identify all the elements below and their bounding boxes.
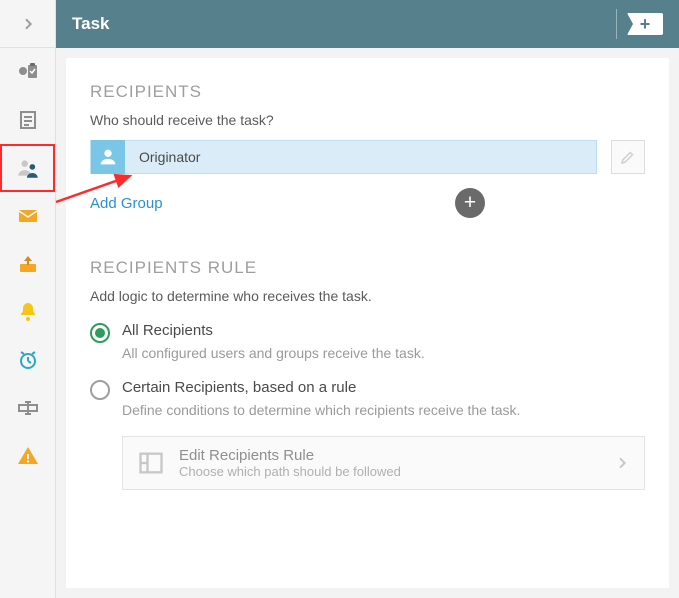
radio-label: Certain Recipients, based on a rule	[122, 379, 520, 396]
header-divider	[616, 9, 617, 39]
rule-description: Add logic to determine who receives the …	[90, 288, 645, 304]
chevron-right-icon	[20, 16, 36, 32]
sidebar-item-clock[interactable]	[0, 336, 55, 384]
people-icon	[15, 155, 41, 181]
outbox-icon	[16, 252, 40, 276]
sidebar	[0, 0, 56, 598]
mail-icon	[16, 204, 40, 228]
warning-icon	[16, 444, 40, 468]
radio-all-recipients[interactable]: All Recipients All configured users and …	[90, 322, 645, 361]
header: Task +	[56, 0, 679, 48]
panel: RECIPIENTS Who should receive the task? …	[66, 58, 669, 588]
sidebar-item-checklist[interactable]	[0, 48, 55, 96]
rule-icon	[137, 449, 165, 477]
radio-button[interactable]	[90, 380, 110, 400]
header-actions: +	[616, 9, 663, 39]
sidebar-item-mail[interactable]	[0, 192, 55, 240]
plus-icon: +	[464, 191, 476, 215]
page-title: Task	[72, 14, 110, 34]
recipient-name: Originator	[125, 149, 200, 165]
add-button[interactable]: +	[627, 13, 663, 35]
radio-help: All configured users and groups receive …	[122, 345, 425, 361]
checklist-icon	[16, 60, 40, 84]
rule-card-title: Edit Recipients Rule	[179, 447, 401, 464]
radio-button[interactable]	[90, 323, 110, 343]
sidebar-item-warning[interactable]	[0, 432, 55, 480]
collapse-button[interactable]	[0, 0, 55, 48]
radio-label: All Recipients	[122, 322, 425, 339]
sidebar-item-bell[interactable]	[0, 288, 55, 336]
main-area: Task + RECIPIENTS Who should receive the…	[56, 0, 679, 598]
recipients-section-title: RECIPIENTS	[90, 82, 645, 102]
recipient-card[interactable]: Originator	[90, 140, 597, 174]
edit-rule-card[interactable]: Edit Recipients Rule Choose which path s…	[122, 436, 645, 490]
add-recipient-button[interactable]: +	[455, 188, 485, 218]
rule-card-help: Choose which path should be followed	[179, 464, 401, 479]
rule-section-title: RECIPIENTS RULE	[90, 258, 645, 278]
pencil-icon	[619, 148, 637, 166]
field-icon	[16, 396, 40, 420]
plus-icon: +	[640, 14, 651, 35]
recipients-subtitle: Who should receive the task?	[90, 112, 645, 128]
chevron-right-icon	[614, 455, 630, 471]
clock-icon	[16, 348, 40, 372]
avatar-icon	[91, 140, 125, 174]
bell-icon	[16, 300, 40, 324]
radio-help: Define conditions to determine which rec…	[122, 402, 520, 418]
add-group-link[interactable]: Add Group	[90, 195, 163, 212]
edit-recipient-button[interactable]	[611, 140, 645, 174]
sidebar-item-field[interactable]	[0, 384, 55, 432]
sidebar-item-outbox[interactable]	[0, 240, 55, 288]
sidebar-item-document[interactable]	[0, 96, 55, 144]
radio-certain-recipients[interactable]: Certain Recipients, based on a rule Defi…	[90, 379, 645, 418]
document-icon	[16, 108, 40, 132]
sidebar-item-recipients[interactable]	[0, 144, 55, 192]
